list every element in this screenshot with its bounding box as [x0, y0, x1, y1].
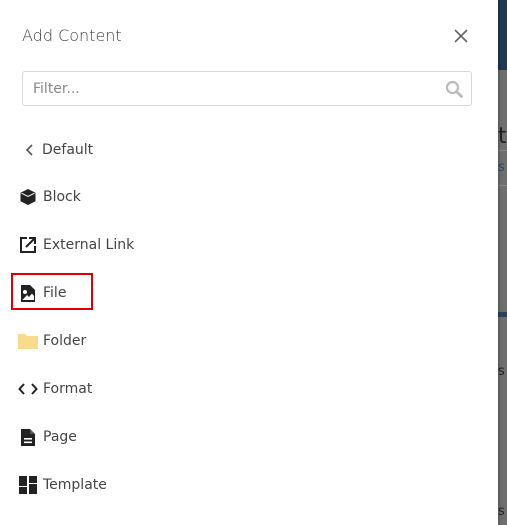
item-page[interactable]: Page: [18, 426, 77, 448]
file-text-icon: [21, 428, 35, 446]
search-icon: [445, 80, 463, 98]
background-page: t s s s: [498, 0, 507, 525]
divider: [498, 150, 507, 151]
item-template[interactable]: Template: [18, 474, 107, 496]
item-label: File: [43, 285, 67, 301]
background-text: t: [498, 124, 507, 149]
code-icon: [18, 383, 38, 395]
item-file[interactable]: File: [18, 282, 66, 304]
dialog-title: Add Content: [22, 26, 122, 45]
close-icon: [454, 29, 468, 43]
item-label: Page: [43, 429, 77, 445]
item-label: Block: [43, 189, 81, 205]
chevron-left-icon: [25, 144, 33, 156]
divider: [498, 185, 507, 186]
filter-field[interactable]: [22, 71, 472, 106]
background-text: s: [498, 364, 505, 379]
item-format[interactable]: Format: [18, 378, 92, 400]
item-label: Folder: [43, 333, 87, 349]
item-label: Format: [43, 381, 93, 397]
file-image-icon: [21, 284, 35, 302]
external-link-icon: [20, 237, 36, 253]
back-label: Default: [42, 142, 94, 158]
back-default-button[interactable]: Default: [24, 140, 93, 160]
cube-icon: [20, 189, 36, 205]
folder-icon: [18, 334, 38, 349]
background-header: [498, 0, 507, 70]
background-text: s: [498, 504, 505, 519]
item-block[interactable]: Block: [18, 186, 81, 208]
background-text: s: [498, 160, 505, 175]
item-external-link[interactable]: External Link: [18, 234, 134, 256]
filter-input[interactable]: [31, 80, 435, 98]
item-label: Template: [43, 477, 107, 493]
background-bar: [498, 312, 507, 317]
item-label: External Link: [43, 237, 135, 253]
template-icon: [19, 476, 37, 494]
close-button[interactable]: [452, 27, 470, 45]
item-folder[interactable]: Folder: [18, 330, 86, 352]
add-content-dialog: Add Content Default Block External Link …: [0, 0, 498, 525]
